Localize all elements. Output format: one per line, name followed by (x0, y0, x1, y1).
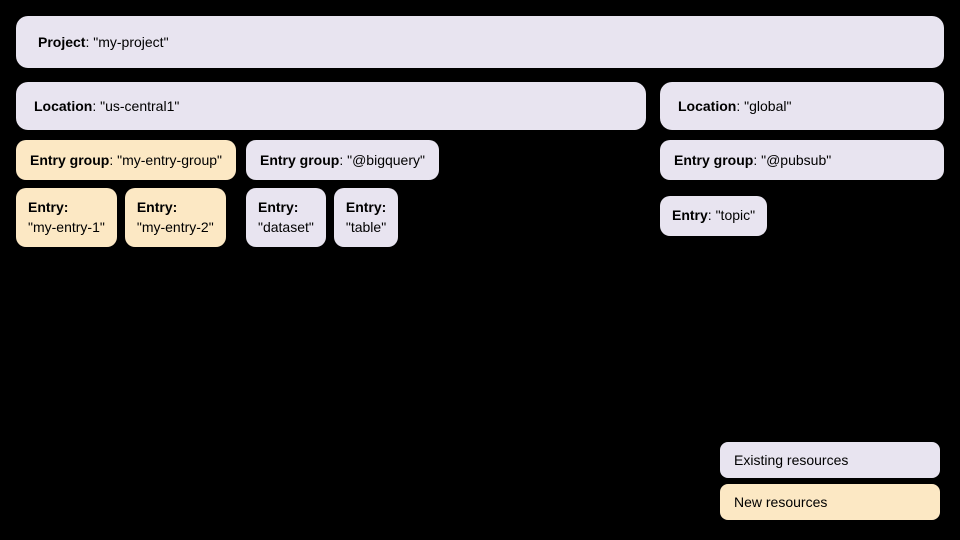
legend: Existing resources New resources (720, 442, 940, 520)
legend-box-new: New resources (720, 484, 940, 520)
legend-existing-label: Existing resources (734, 452, 848, 468)
e-label-2b: Entry: (346, 199, 386, 215)
project-box: Project: "my-project" (16, 16, 944, 68)
entry-my-entry-2: Entry: "my-entry-2" (125, 188, 226, 247)
e-value-1a: "my-entry-1" (28, 219, 105, 235)
entry-group-box-my-entry-group: Entry group: "my-entry-group" (16, 140, 236, 180)
project-label: Project (38, 34, 85, 50)
entry-table: Entry: "table" (334, 188, 398, 247)
legend-box-existing: Existing resources (720, 442, 940, 478)
location-value-us: "us-central1" (100, 98, 179, 114)
entry-dataset: Entry: "dataset" (246, 188, 326, 247)
entry-group-box-pubsub: Entry group: "@pubsub" (660, 140, 944, 180)
e-label-3a: Entry (672, 207, 708, 223)
e-label-1a: Entry: (28, 199, 68, 215)
legend-item-new: New resources (720, 484, 940, 520)
location-box-global: Location: "global" (660, 82, 944, 130)
eg-value-1: "my-entry-group" (117, 152, 222, 168)
entry-group-my-entry-group: Entry group: "my-entry-group" Entry: "my… (16, 140, 236, 247)
e-label-1b: Entry: (137, 199, 177, 215)
location-col-us-central1: Location: "us-central1" Entry group: "my… (16, 82, 646, 247)
eg-label-2: Entry group (260, 152, 339, 168)
entry-my-entry-1: Entry: "my-entry-1" (16, 188, 117, 247)
legend-item-existing: Existing resources (720, 442, 940, 478)
location-label-us: Location (34, 98, 92, 114)
entries-row-pubsub: Entry: "topic" (660, 196, 944, 236)
middle-row: Location: "us-central1" Entry group: "my… (16, 82, 944, 247)
e-value-2b: "table" (346, 219, 386, 235)
right-entry-area: Entry group: "@pubsub" Entry: "topic" (660, 140, 944, 236)
location-label-global: Location (678, 98, 736, 114)
e-label-2a: Entry: (258, 199, 298, 215)
eg-value-3: "@pubsub" (761, 152, 831, 168)
e-value-2a: "dataset" (258, 219, 314, 235)
e-value-3a: "topic" (716, 207, 756, 223)
entry-group-bigquery: Entry group: "@bigquery" Entry: "dataset… (246, 140, 439, 247)
entry-groups-row-us: Entry group: "my-entry-group" Entry: "my… (16, 140, 646, 247)
entries-row-my-entry-group: Entry: "my-entry-1" Entry: "my-entry-2" (16, 188, 236, 247)
location-col-global: Location: "global" Entry group: "@pubsub… (660, 82, 944, 247)
legend-new-label: New resources (734, 494, 827, 510)
eg-label-1: Entry group (30, 152, 109, 168)
entry-topic: Entry: "topic" (660, 196, 767, 236)
eg-label-3: Entry group (674, 152, 753, 168)
entry-group-box-bigquery: Entry group: "@bigquery" (246, 140, 439, 180)
e-value-1b: "my-entry-2" (137, 219, 214, 235)
location-value-global: "global" (744, 98, 791, 114)
eg-value-2: "@bigquery" (347, 152, 425, 168)
location-box-us-central1: Location: "us-central1" (16, 82, 646, 130)
project-value: "my-project" (93, 34, 168, 50)
entries-row-bigquery: Entry: "dataset" Entry: "table" (246, 188, 439, 247)
